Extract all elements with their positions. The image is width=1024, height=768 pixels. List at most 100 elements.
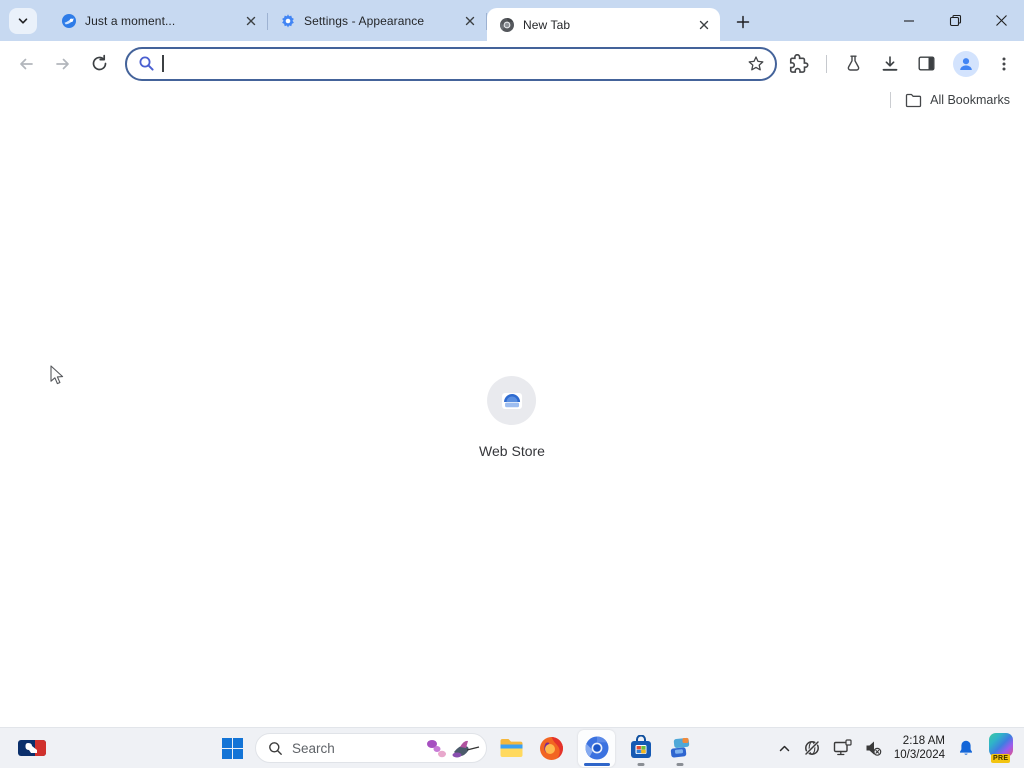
search-highlight-bird-image bbox=[427, 740, 480, 758]
tray-overflow-button[interactable] bbox=[778, 742, 791, 755]
search-icon bbox=[139, 56, 154, 71]
new-tab-button[interactable] bbox=[729, 8, 756, 35]
desktop-screen: Just a moment... Settings - Appearance N… bbox=[0, 0, 1024, 768]
clock-time: 2:18 AM bbox=[902, 735, 945, 747]
no-internet-tray-button[interactable] bbox=[803, 739, 821, 757]
tab-just-a-moment[interactable]: Just a moment... bbox=[49, 1, 267, 41]
system-tray: 2:18 AM 10/3/2024 PRE bbox=[778, 728, 1015, 768]
taskbar-search-box[interactable]: Search bbox=[255, 733, 487, 763]
side-panel-icon bbox=[918, 56, 935, 71]
plus-icon bbox=[736, 15, 749, 28]
bookmarks-bar: All Bookmarks bbox=[0, 86, 1024, 114]
pinned-app-button[interactable] bbox=[665, 728, 695, 768]
search-placeholder: Search bbox=[292, 740, 335, 756]
open-app-indicator bbox=[676, 763, 684, 766]
preview-app-tray-button[interactable]: PRE bbox=[987, 733, 1015, 763]
toolbar-actions bbox=[789, 50, 1014, 77]
profile-button[interactable] bbox=[953, 50, 979, 77]
chevron-down-icon bbox=[18, 18, 28, 24]
bookmark-star-button[interactable] bbox=[747, 55, 765, 73]
file-explorer-icon bbox=[500, 738, 523, 757]
microsoft-store-icon bbox=[631, 735, 651, 758]
tab-title: New Tab bbox=[523, 17, 571, 32]
tab-close-icon[interactable] bbox=[242, 13, 259, 30]
puzzle-icon bbox=[789, 53, 809, 73]
chromium-icon bbox=[584, 736, 608, 760]
display-tray-button[interactable] bbox=[833, 739, 852, 757]
nav-buttons bbox=[10, 54, 109, 74]
volume-muted-tray-button[interactable] bbox=[864, 739, 882, 757]
experiments-button[interactable] bbox=[844, 54, 863, 73]
firefox-icon bbox=[540, 736, 563, 760]
person-icon bbox=[960, 57, 972, 70]
chromium-gray-favicon-icon bbox=[499, 17, 515, 33]
back-button[interactable] bbox=[16, 54, 36, 74]
browser-menu-button[interactable] bbox=[996, 56, 1012, 72]
downloads-button[interactable] bbox=[880, 54, 900, 74]
window-controls bbox=[886, 0, 1024, 41]
arrow-right-icon bbox=[56, 58, 69, 69]
browser-toolbar bbox=[0, 41, 1024, 86]
chromium-browser-button[interactable] bbox=[576, 728, 617, 768]
speaker-muted-icon bbox=[866, 741, 882, 756]
firefox-button[interactable] bbox=[536, 728, 567, 768]
new-tab-page: Web Store bbox=[0, 114, 1024, 727]
tab-new-tab-active[interactable]: New Tab bbox=[487, 8, 720, 41]
comet-favicon-icon bbox=[61, 13, 77, 29]
tab-close-icon[interactable] bbox=[695, 16, 712, 33]
toolbar-separator bbox=[826, 54, 827, 73]
notification-bell-icon bbox=[960, 740, 972, 755]
browser-tab-strip: Just a moment... Settings - Appearance N… bbox=[0, 0, 1024, 41]
preview-badge: PRE bbox=[991, 754, 1011, 763]
restore-icon bbox=[949, 14, 961, 27]
start-button[interactable] bbox=[219, 728, 246, 768]
webstore-label: Web Store bbox=[479, 443, 545, 459]
tab-close-icon[interactable] bbox=[461, 13, 478, 30]
star-icon bbox=[748, 55, 764, 70]
microsoft-store-button[interactable] bbox=[626, 728, 656, 768]
windows-taskbar: Search 2:18 AM 10/3/2024 PRE bbox=[0, 727, 1024, 768]
arrow-left-icon bbox=[20, 58, 33, 69]
tab-title: Just a moment... bbox=[85, 14, 176, 28]
overlapping-windows-app-icon bbox=[670, 737, 690, 758]
kebab-menu-icon bbox=[1002, 57, 1006, 70]
address-bar-input[interactable] bbox=[170, 55, 740, 72]
close-icon bbox=[995, 15, 1007, 26]
reload-button[interactable] bbox=[90, 54, 109, 73]
forward-button[interactable] bbox=[53, 54, 73, 74]
tab-settings-appearance[interactable]: Settings - Appearance bbox=[268, 1, 486, 41]
windows-start-icon bbox=[222, 737, 243, 759]
text-caret bbox=[162, 55, 164, 72]
active-app-indicator bbox=[583, 763, 610, 766]
taskbar-center-apps: Search bbox=[219, 728, 695, 768]
webstore-icon bbox=[501, 392, 522, 409]
extensions-button[interactable] bbox=[789, 53, 809, 74]
address-bar[interactable] bbox=[125, 46, 777, 81]
all-bookmarks-button[interactable]: All Bookmarks bbox=[905, 93, 1010, 108]
taskbar-clock[interactable]: 2:18 AM 10/3/2024 bbox=[894, 734, 945, 762]
gear-favicon-icon bbox=[280, 13, 296, 29]
bookmarks-separator bbox=[890, 92, 892, 108]
reload-icon bbox=[92, 54, 107, 71]
file-explorer-button[interactable] bbox=[496, 728, 527, 768]
chevron-up-icon bbox=[779, 745, 790, 751]
folder-icon bbox=[905, 93, 922, 107]
window-minimize-button[interactable] bbox=[886, 0, 932, 41]
mouse-cursor-icon bbox=[50, 365, 64, 385]
active-app-chip bbox=[578, 729, 615, 767]
webstore-icon-circle bbox=[487, 376, 537, 425]
clock-date: 10/3/2024 bbox=[893, 749, 945, 761]
search-icon bbox=[269, 741, 282, 755]
notifications-button[interactable] bbox=[957, 739, 975, 757]
all-bookmarks-label: All Bookmarks bbox=[930, 93, 1010, 107]
tab-title: Settings - Appearance bbox=[304, 14, 425, 28]
tab-search-button[interactable] bbox=[9, 8, 37, 34]
window-restore-button[interactable] bbox=[932, 0, 978, 41]
mlb-logo-icon[interactable] bbox=[18, 740, 46, 756]
monitor-icon bbox=[833, 739, 852, 756]
webstore-shortcut[interactable]: Web Store bbox=[479, 376, 545, 459]
globe-slash-icon bbox=[804, 740, 820, 756]
side-panel-button[interactable] bbox=[917, 54, 936, 73]
flask-icon bbox=[847, 55, 860, 71]
window-close-button[interactable] bbox=[978, 0, 1024, 41]
